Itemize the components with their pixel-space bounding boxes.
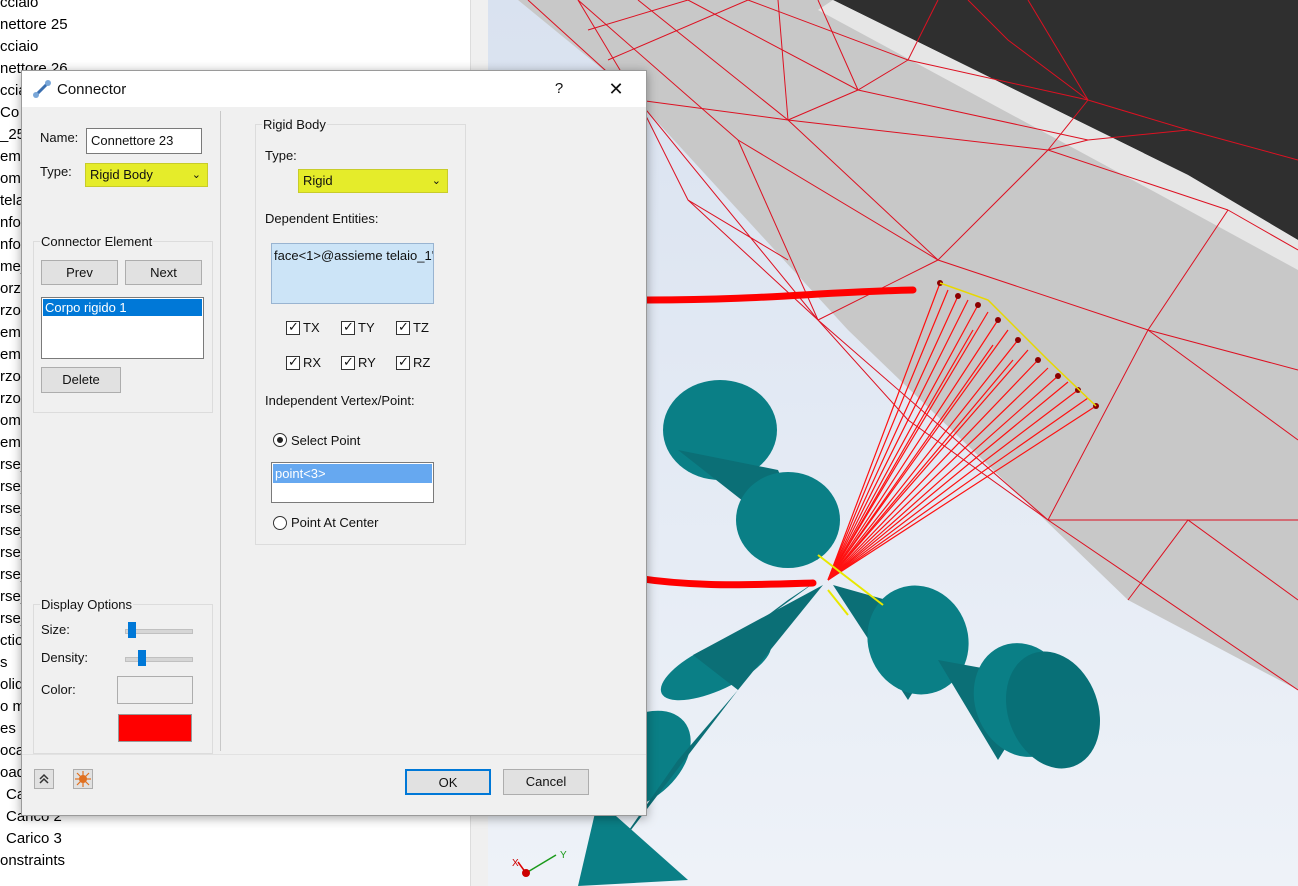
tree-item[interactable]: rzo [0, 300, 21, 322]
type-label: Type: [40, 164, 72, 179]
list-item[interactable]: face<1>@assieme telaio_1' [274, 248, 433, 263]
display-options-title: Display Options [40, 597, 134, 612]
options-button[interactable] [73, 769, 93, 789]
cancel-button[interactable]: Cancel [503, 769, 589, 795]
checkbox-ty[interactable]: ✓ [341, 319, 355, 335]
tree-item[interactable]: Co [0, 102, 19, 124]
ok-button[interactable]: OK [405, 769, 491, 795]
tree-item[interactable]: cciaio [0, 0, 38, 14]
select-point-label: Select Point [291, 433, 361, 448]
next-button[interactable]: Next [125, 260, 202, 285]
density-slider[interactable] [125, 657, 193, 662]
tree-item[interactable]: rzo [0, 388, 21, 410]
connector-element-list[interactable]: Corpo rigido 1 [41, 297, 204, 359]
checkmark-icon: ✓ [288, 354, 299, 369]
collapse-button[interactable] [34, 769, 54, 789]
checkbox-tx[interactable]: ✓ [286, 319, 300, 335]
list-item[interactable]: point<3> [273, 464, 432, 483]
point-at-center-label: Point At Center [291, 515, 379, 530]
name-input[interactable]: Connettore 23 [86, 128, 202, 154]
help-button[interactable]: ? [548, 78, 570, 100]
checkmark-icon: ✓ [398, 354, 409, 369]
burst-icon [75, 771, 91, 787]
color-swatch[interactable] [118, 714, 192, 742]
type-select[interactable]: Rigid Body ⌄ [85, 163, 208, 187]
checkbox-label-rx: RX [303, 355, 322, 370]
dependent-entities-list[interactable]: face<1>@assieme telaio_1' [271, 243, 434, 304]
connector-dialog: Connector ? ✕ Name: Connettore 23 Type: … [21, 70, 647, 816]
delete-button[interactable]: Delete [41, 367, 121, 393]
dialog-titlebar[interactable]: Connector ? ✕ [22, 71, 646, 107]
checkbox-tz[interactable]: ✓ [396, 319, 410, 335]
axis-x-label: X [512, 858, 519, 869]
tree-item[interactable]: s [0, 652, 8, 674]
dependent-entities-label: Dependent Entities: [265, 211, 379, 226]
rigid-type-value: Rigid [303, 173, 333, 188]
checkbox-label-tx: TX [303, 320, 320, 335]
column-divider [220, 111, 221, 751]
connector-element-title: Connector Element [40, 234, 154, 249]
tree-item[interactable]: Carico 3 [6, 828, 62, 850]
independent-label: Independent Vertex/Point: [265, 393, 415, 408]
tree-item[interactable]: nettore 25 [0, 14, 68, 36]
chevron-down-icon: ⌄ [191, 169, 201, 181]
prev-button[interactable]: Prev [41, 260, 118, 285]
rigid-type-select[interactable]: Rigid ⌄ [298, 169, 448, 193]
color-picker-button[interactable] [117, 676, 193, 704]
rigid-type-label: Type: [265, 148, 297, 163]
tree-item[interactable]: es [0, 718, 16, 740]
checkbox-rx[interactable]: ✓ [286, 354, 300, 370]
checkbox-rz[interactable]: ✓ [396, 354, 410, 370]
density-label: Density: [41, 650, 88, 665]
density-slider-thumb[interactable] [138, 650, 147, 666]
tree-item[interactable]: onstraints [0, 850, 65, 872]
dialog-title: Connector [57, 81, 127, 98]
checkmark-icon: ✓ [343, 319, 354, 334]
color-label: Color: [41, 682, 76, 697]
chevron-down-icon: ⌄ [431, 175, 441, 187]
checkbox-label-ry: RY [358, 355, 376, 370]
checkbox-label-rz: RZ [413, 355, 431, 370]
checkmark-icon: ✓ [398, 319, 409, 334]
point-at-center-radio[interactable] [273, 516, 287, 530]
type-select-value: Rigid Body [90, 167, 153, 182]
point-list[interactable]: point<3> [271, 462, 434, 503]
size-slider-thumb[interactable] [128, 622, 137, 638]
checkbox-ry[interactable]: ✓ [341, 354, 355, 370]
tree-item[interactable]: rzo [0, 366, 21, 388]
rigid-body-title: Rigid Body [262, 117, 327, 132]
close-button[interactable]: ✕ [602, 76, 630, 102]
tree-item[interactable]: cciaio [0, 36, 38, 58]
checkbox-label-tz: TZ [413, 320, 429, 335]
name-label: Name: [40, 130, 79, 145]
radio-selected-dot [277, 437, 283, 443]
size-label: Size: [41, 622, 70, 637]
list-item[interactable]: Corpo rigido 1 [43, 299, 202, 316]
checkmark-icon: ✓ [343, 354, 354, 369]
select-point-radio[interactable] [273, 433, 287, 447]
connector-icon [33, 80, 51, 98]
checkbox-label-ty: TY [358, 320, 375, 335]
axis-y-label: Y [560, 850, 567, 861]
footer-divider [22, 754, 646, 755]
checkmark-icon: ✓ [288, 319, 299, 334]
double-chevron-up-icon [39, 773, 49, 784]
